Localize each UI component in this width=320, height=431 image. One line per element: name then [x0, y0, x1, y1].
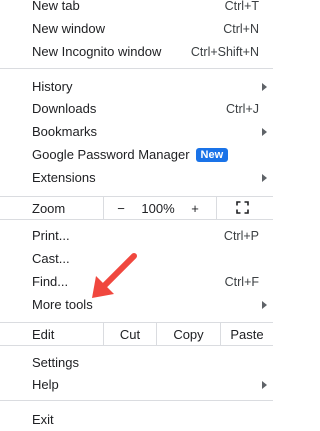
- menu-item-new-tab[interactable]: New tab Ctrl+T: [0, 0, 273, 17]
- bookmarks-label: Bookmarks: [32, 124, 98, 139]
- menu-item-new-window[interactable]: New window Ctrl+N: [0, 17, 273, 40]
- menu-item-settings[interactable]: Settings: [0, 351, 273, 374]
- settings-label: Settings: [32, 355, 79, 370]
- separator: [0, 400, 273, 401]
- fullscreen-icon[interactable]: [236, 201, 249, 214]
- downloads-label: Downloads: [32, 101, 97, 116]
- menu-item-new-incognito[interactable]: New Incognito window Ctrl+Shift+N: [0, 40, 273, 63]
- chrome-main-menu: New tab Ctrl+T New window Ctrl+N New Inc…: [0, 0, 273, 429]
- paste-button[interactable]: Paste: [221, 323, 273, 345]
- menu-item-downloads[interactable]: Downloads Ctrl+J: [0, 97, 273, 120]
- zoom-out-button[interactable]: −: [108, 197, 134, 219]
- chevron-right-icon: [262, 82, 267, 91]
- zoom-in-button[interactable]: +: [182, 197, 208, 219]
- chevron-right-icon: [262, 380, 267, 389]
- new-window-label: New window: [32, 21, 105, 36]
- menu-item-exit[interactable]: Exit: [0, 408, 273, 431]
- zoom-minus-label: −: [117, 200, 125, 216]
- zoom-label: Zoom: [32, 201, 66, 216]
- separator: [0, 68, 273, 69]
- cast-label: Cast...: [32, 251, 70, 266]
- new-tab-shortcut: Ctrl+T: [224, 0, 259, 13]
- copy-label: Copy: [173, 326, 204, 342]
- print-label: Print...: [32, 228, 70, 243]
- chevron-right-icon: [262, 127, 267, 136]
- new-tab-label: New tab: [32, 0, 80, 13]
- extensions-label: Extensions: [32, 170, 96, 185]
- divider: [216, 197, 217, 219]
- menu-item-bookmarks[interactable]: Bookmarks: [0, 120, 273, 143]
- paste-label: Paste: [230, 326, 264, 342]
- divider: [103, 197, 104, 219]
- red-arrow-annotation: [92, 253, 137, 298]
- zoom-level: 100%: [138, 197, 178, 219]
- menu-item-extensions[interactable]: Extensions: [0, 166, 273, 189]
- menu-item-password-manager[interactable]: Google Password Manager New: [0, 143, 273, 166]
- zoom-level-value: 100%: [141, 200, 175, 216]
- new-incognito-label: New Incognito window: [32, 44, 162, 59]
- menu-item-print[interactable]: Print... Ctrl+P: [0, 224, 273, 247]
- chevron-right-icon: [262, 300, 267, 309]
- find-shortcut: Ctrl+F: [224, 274, 259, 289]
- edit-label: Edit: [32, 327, 55, 342]
- menu-item-help[interactable]: Help: [0, 373, 273, 396]
- password-manager-label: Google Password Manager: [32, 146, 190, 162]
- print-shortcut: Ctrl+P: [223, 228, 259, 243]
- copy-button[interactable]: Copy: [157, 323, 220, 345]
- new-incognito-shortcut: Ctrl+Shift+N: [190, 44, 259, 59]
- edit-row: Edit Cut Copy Paste: [0, 322, 273, 346]
- help-label: Help: [32, 377, 59, 392]
- cut-button[interactable]: Cut: [104, 323, 156, 345]
- exit-label: Exit: [32, 412, 54, 427]
- chevron-right-icon: [262, 173, 267, 182]
- new-badge: New: [195, 148, 229, 163]
- menu-item-history[interactable]: History: [0, 75, 273, 98]
- zoom-row: Zoom − 100% +: [0, 196, 273, 220]
- new-window-shortcut: Ctrl+N: [223, 21, 259, 36]
- zoom-plus-label: +: [191, 200, 199, 216]
- history-label: History: [32, 79, 73, 94]
- more-tools-label: More tools: [32, 297, 93, 312]
- downloads-shortcut: Ctrl+J: [226, 101, 259, 116]
- cut-label: Cut: [119, 326, 141, 342]
